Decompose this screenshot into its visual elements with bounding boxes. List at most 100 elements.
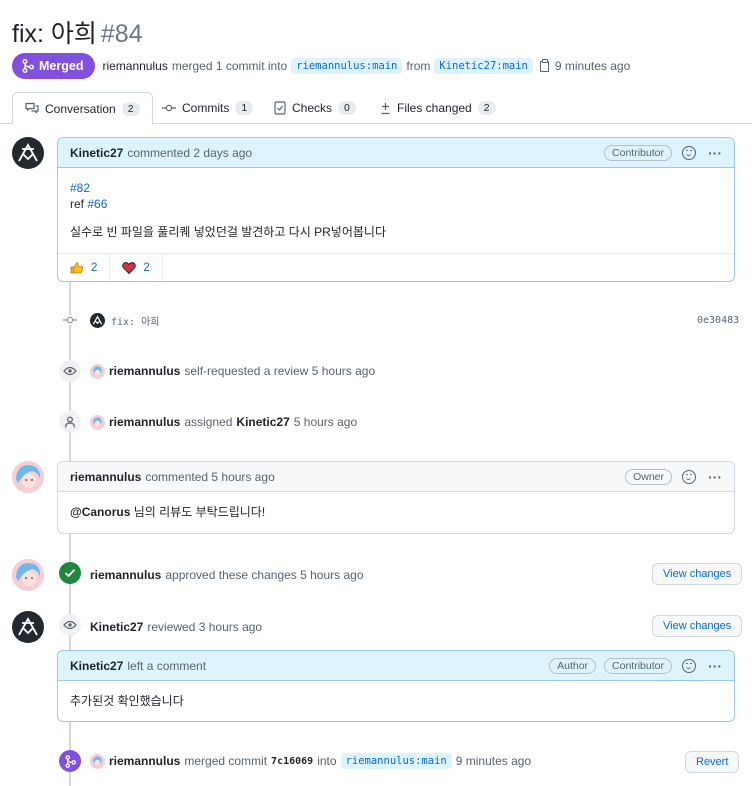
assignee-link[interactable]: Kinetic27: [236, 415, 289, 429]
thumbs-up-icon: [70, 262, 84, 274]
more-options-icon[interactable]: ···: [708, 146, 722, 160]
event-text: self-requested a review 5 hours ago: [184, 364, 376, 378]
event-user[interactable]: Kinetic27: [90, 620, 143, 634]
pr-meta: Merged riemannulus merged 1 commit into …: [12, 53, 630, 79]
tab-files-changed[interactable]: Files changed 2: [380, 92, 496, 124]
eye-badge: [59, 360, 81, 382]
riemannulus-avatar-icon: [93, 755, 102, 765]
view-changes-button[interactable]: View changes: [652, 563, 743, 585]
heart-reaction[interactable]: 2: [110, 254, 163, 281]
commit-message-link[interactable]: fix: 아희: [111, 313, 160, 328]
conversation-icon: [25, 102, 39, 114]
comment-text: 추가된것 확인했습니다: [70, 694, 184, 708]
heart-icon: [122, 261, 137, 274]
assign-event: riemannulus assigned Kinetic27 5 hours a…: [90, 413, 357, 431]
commit-icon: [162, 104, 176, 112]
review-event: Kinetic27 reviewed 3 hours ago: [90, 618, 262, 636]
riemannulus-avatar-icon: [12, 559, 44, 591]
avatar[interactable]: [12, 137, 44, 169]
merged-badge: [59, 750, 81, 772]
comment-body: 추가된것 확인했습니다: [58, 681, 734, 721]
add-reaction-icon[interactable]: [682, 658, 696, 673]
tab-label: Files changed: [397, 101, 472, 115]
issue-link-82[interactable]: #82: [70, 181, 90, 195]
event-text: approved these changes 5 hours ago: [165, 568, 364, 582]
event-user[interactable]: riemannulus: [109, 754, 180, 768]
kinetic27-avatar-icon: [92, 315, 103, 325]
comment-author[interactable]: riemannulus: [70, 470, 141, 484]
pr-title-text: fix: 아희: [12, 20, 97, 48]
event-user[interactable]: riemannulus: [109, 364, 180, 378]
avatar[interactable]: [90, 363, 105, 379]
revert-button[interactable]: Revert: [685, 751, 740, 773]
tab-counter: 2: [477, 101, 496, 115]
kinetic27-avatar-icon: [18, 143, 38, 162]
tab-checks[interactable]: Checks 0: [274, 92, 356, 124]
comment-action: left a comment: [127, 658, 207, 673]
reaction-count: 2: [91, 261, 98, 274]
pr-tabs: Conversation 2 Commits 1 Checks 0 Files …: [0, 92, 752, 125]
avatar[interactable]: [12, 559, 44, 591]
thumbs-up-reaction[interactable]: 2: [58, 254, 111, 281]
view-changes-button[interactable]: View changes: [652, 615, 743, 637]
comment-header: Kinetic27 commented 2 days ago Contribut…: [58, 138, 734, 168]
add-reaction-icon[interactable]: [682, 145, 696, 160]
merge-icon: [22, 59, 34, 73]
avatar[interactable]: [90, 753, 105, 769]
file-diff-icon: [381, 102, 390, 114]
merged-status-badge: Merged: [12, 53, 96, 79]
more-options-icon[interactable]: ···: [708, 659, 722, 673]
check-icon: [64, 569, 76, 578]
ref-text: ref: [70, 197, 85, 211]
eye-badge: [59, 614, 81, 636]
tab-counter: 0: [338, 101, 356, 115]
base-branch-label[interactable]: riemannulus:main: [291, 58, 403, 74]
base-branch-label[interactable]: riemannulus:main: [340, 753, 452, 769]
event-time: 9 minutes ago: [455, 754, 532, 768]
checks-icon: [274, 101, 286, 115]
approved-badge: [59, 562, 81, 584]
pr-author-link[interactable]: riemannulus: [102, 59, 167, 73]
eye-icon: [63, 366, 77, 376]
user-mention[interactable]: @Canorus: [70, 505, 130, 519]
pr-title: fix: 아희 #84: [12, 14, 143, 50]
comment-body: #82 ref #66 실수로 빈 파일을 풀리퀘 넣었던걸 발견하고 다시 P…: [58, 168, 734, 252]
avatar[interactable]: [12, 611, 44, 643]
commit-sha-link[interactable]: 0e30483: [697, 315, 739, 326]
comment-card: Kinetic27 commented 2 days ago Contribut…: [57, 137, 735, 282]
event-text: assigned: [184, 415, 233, 429]
person-badge: [59, 411, 81, 433]
tab-conversation[interactable]: Conversation 2: [12, 92, 153, 125]
comment-body: @Canorus 님의 리뷰도 부탁드립니다!: [58, 492, 734, 532]
kinetic27-avatar-icon: [18, 617, 38, 636]
event-user[interactable]: riemannulus: [109, 415, 180, 429]
from-text: from: [406, 59, 431, 73]
riemannulus-avatar-icon: [93, 416, 102, 426]
comment-author[interactable]: Kinetic27: [70, 659, 123, 673]
eye-icon: [63, 620, 77, 630]
comment-action: commented 5 hours ago: [145, 469, 275, 484]
add-reaction-icon[interactable]: [682, 469, 696, 484]
copy-icon[interactable]: [539, 58, 549, 72]
head-branch-label[interactable]: Kinetic27:main: [434, 58, 533, 74]
merge-commit-sha-link[interactable]: 7c16069: [271, 756, 313, 767]
riemannulus-avatar-icon: [93, 365, 102, 375]
issue-link-66[interactable]: #66: [87, 197, 107, 211]
tab-counter: 1: [235, 101, 254, 115]
comment-text: 실수로 빈 파일을 풀리퀘 넣었던걸 발견하고 다시 PR넣어봅니다: [70, 225, 387, 239]
avatar[interactable]: [90, 414, 105, 430]
event-text: into: [317, 754, 337, 768]
tab-label: Checks: [292, 101, 333, 115]
tab-label: Conversation: [45, 101, 116, 116]
merge-text: merged 1 commit into: [171, 59, 288, 73]
pr-time: 9 minutes ago: [554, 59, 631, 73]
avatar[interactable]: [12, 461, 44, 493]
author-badge: Author: [549, 657, 597, 674]
event-user[interactable]: riemannulus: [90, 568, 161, 582]
comment-author[interactable]: Kinetic27: [70, 146, 123, 160]
avatar[interactable]: [90, 312, 105, 328]
comment-card: Kinetic27 left a comment Author Contribu…: [57, 650, 735, 722]
tab-commits[interactable]: Commits 1: [162, 92, 254, 124]
more-options-icon[interactable]: ···: [708, 470, 722, 484]
tab-label: Commits: [182, 101, 230, 115]
